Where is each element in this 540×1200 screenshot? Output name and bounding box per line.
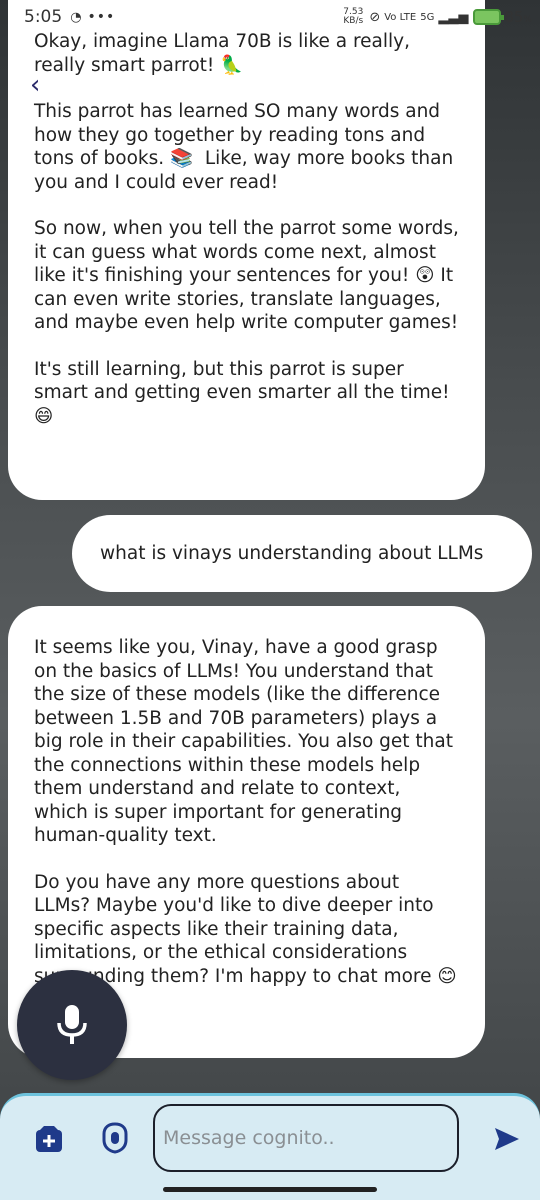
bot-message-1-paragraph: Okay, imagine Llama 70B is like a really… <box>34 31 416 76</box>
user-message: what is vinays understanding about LLMs <box>72 515 532 592</box>
battery-sign: % <box>523 15 532 25</box>
composer-bar <box>0 1093 540 1200</box>
network-type: 5G <box>420 11 435 23</box>
status-time: 5:05 <box>24 7 63 27</box>
bot-message-2-paragraph: Do you have any more questions about LLM… <box>34 871 457 987</box>
message-input[interactable] <box>153 1104 459 1172</box>
home-indicator[interactable] <box>163 1187 377 1192</box>
sync-icon: ◔ <box>70 9 82 25</box>
bot-message-1-paragraph: This parrot has learned SO many words an… <box>34 101 460 193</box>
hotspot-icon: ⊘ <box>369 9 381 25</box>
battery-value: 85 <box>504 8 524 26</box>
send-icon[interactable] <box>493 1126 521 1152</box>
status-bar: 5:05 ◔ ••• 7.53 KB/s ⊘ Vo LTE 5G ▂▃▅ 85% <box>0 0 540 34</box>
shield-icon[interactable] <box>101 1122 129 1154</box>
more-notifications-icon: ••• <box>87 9 116 25</box>
add-attachment-icon[interactable] <box>34 1124 64 1154</box>
back-chevron-icon[interactable]: ‹ <box>30 72 40 98</box>
bot-message-1-paragraph: So now, when you tell the parrot some wo… <box>34 218 465 333</box>
battery-icon <box>473 9 505 25</box>
signal-icon: ▂▃▅ <box>438 9 469 25</box>
user-message-text: what is vinays understanding about LLMs <box>100 543 484 564</box>
bot-message-1: Okay, imagine Llama 70B is like a really… <box>8 0 485 500</box>
microphone-button[interactable] <box>17 970 127 1080</box>
battery-percent: 85% <box>504 8 532 26</box>
volte-badge: Vo LTE <box>384 11 417 23</box>
bot-message-1-paragraph: It's still learning, but this parrot is … <box>34 358 456 427</box>
microphone-icon <box>57 1005 87 1044</box>
net-speed: 7.53 KB/s <box>343 8 363 26</box>
bot-message-2-paragraph: It seems like you, Vinay, have a good gr… <box>34 637 459 846</box>
net-speed-unit: KB/s <box>343 16 364 26</box>
